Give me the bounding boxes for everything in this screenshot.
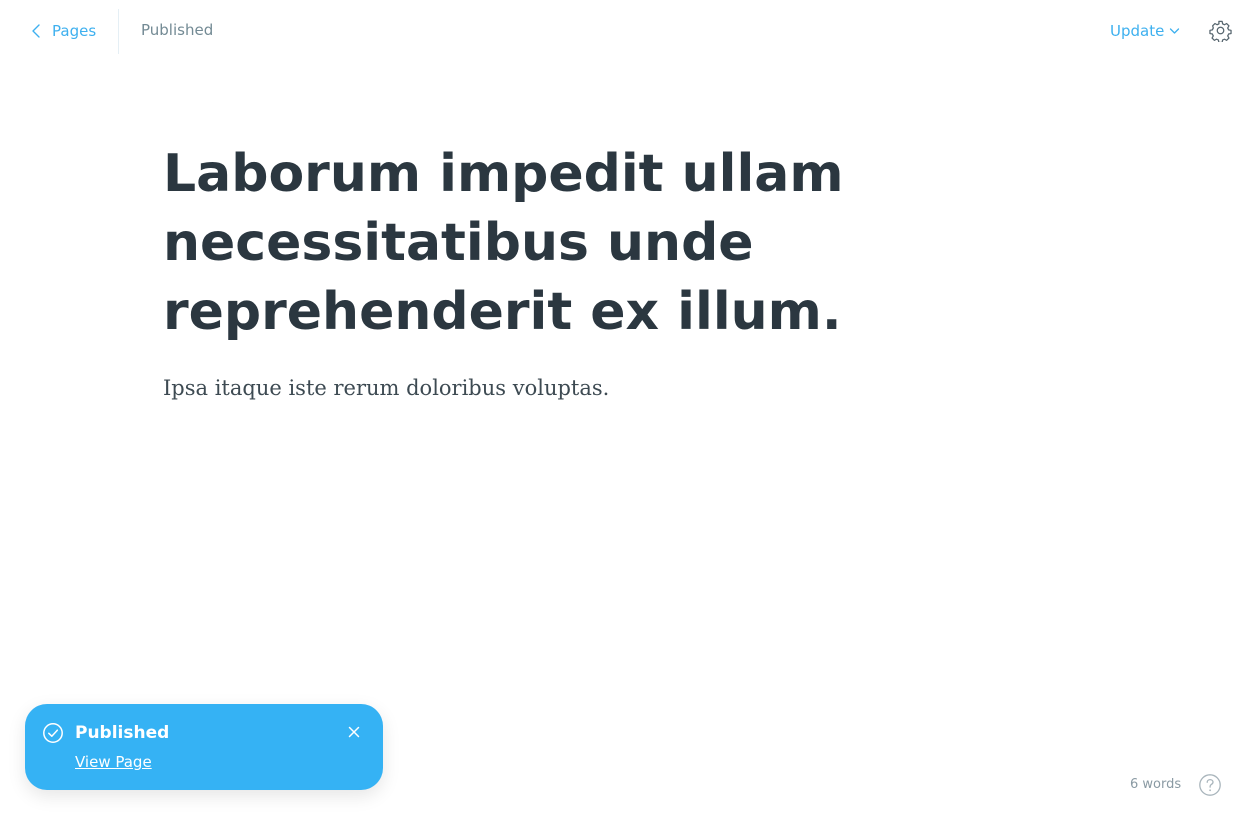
update-button-label: Update xyxy=(1110,22,1165,40)
chevron-left-icon xyxy=(32,24,40,38)
view-page-link[interactable]: View Page xyxy=(75,752,152,772)
post-status: Published xyxy=(141,21,214,39)
editor-header: Pages Published Update xyxy=(0,0,1250,62)
header-divider xyxy=(118,9,119,54)
notification-title: Published xyxy=(75,723,170,743)
close-icon[interactable] xyxy=(347,725,361,739)
word-count: 6 words xyxy=(1130,777,1182,792)
post-title[interactable]: Laborum impedit ullam necessitatibus und… xyxy=(163,140,883,347)
back-link-label: Pages xyxy=(52,22,97,40)
update-button[interactable]: Update xyxy=(1110,20,1180,42)
published-notification: Published View Page xyxy=(25,704,383,790)
post-body[interactable]: Ipsa itaque iste rerum doloribus volupta… xyxy=(163,373,883,403)
check-circle-icon xyxy=(43,723,63,743)
post-editor: Laborum impedit ullam necessitatibus und… xyxy=(163,140,883,403)
gear-icon[interactable] xyxy=(1209,19,1232,42)
back-to-pages-link[interactable]: Pages xyxy=(30,19,96,43)
help-circle-icon[interactable] xyxy=(1198,773,1222,797)
chevron-down-icon xyxy=(1170,28,1180,34)
